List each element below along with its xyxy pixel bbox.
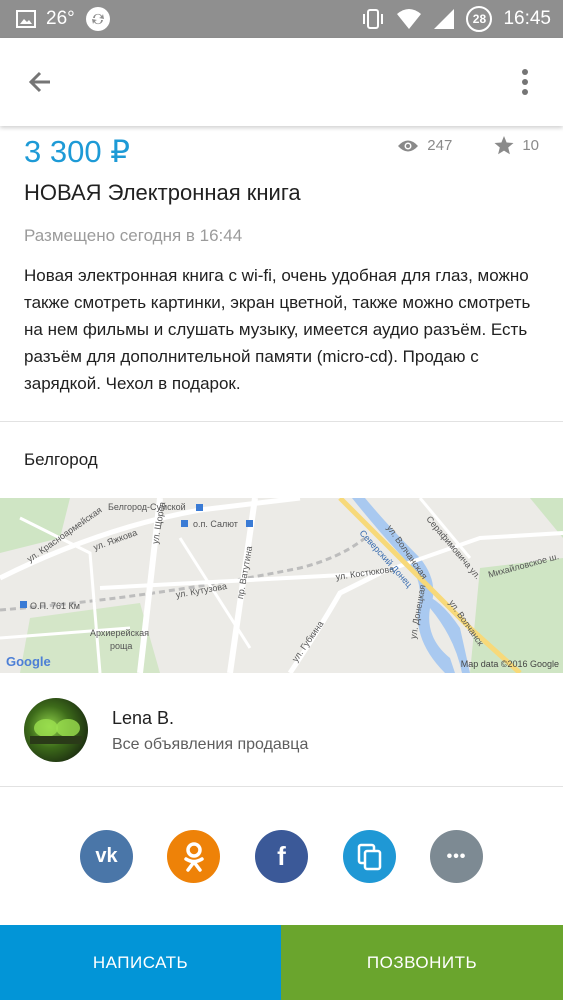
map-label: О.П. 761 Км	[30, 601, 80, 611]
divider	[0, 421, 563, 422]
map-attribution: Map data ©2016 Google	[460, 659, 559, 669]
signal-icon	[434, 9, 455, 29]
sync-icon	[85, 7, 110, 31]
app-bar	[0, 38, 563, 126]
seller-avatar	[24, 698, 88, 762]
facebook-share-button[interactable]: f	[255, 830, 308, 883]
bottom-action-bar: НАПИСАТЬ ПОЗВОНИТЬ	[0, 925, 563, 1000]
copy-icon	[357, 843, 381, 870]
notification-badge: 28	[466, 6, 493, 32]
eye-icon	[398, 140, 419, 151]
map-label: Архиерейская	[90, 628, 149, 638]
vk-share-button[interactable]: vk	[80, 830, 133, 883]
price: 3 300 ₽	[24, 134, 130, 169]
map-label: о.п. Салют	[193, 519, 238, 529]
copy-link-button[interactable]	[343, 830, 396, 883]
seller-all-listings-link[interactable]: Все объявления продавца	[112, 736, 308, 754]
seller-name: Lena B.	[112, 708, 175, 728]
location-map[interactable]: Белгород-Сумской о.п. Салют О.П. 761 Км …	[0, 498, 563, 673]
listing-stats: 247 10	[397, 136, 539, 155]
clock: 16:45	[503, 8, 551, 29]
map-label: роща	[110, 641, 133, 651]
more-horiz-icon: •••	[446, 847, 467, 865]
listing-description: Новая электронная книга с wi-fi, очень у…	[24, 266, 531, 393]
posted-time: Размещено сегодня в 16:44	[24, 226, 243, 245]
star-icon	[494, 136, 514, 155]
ok-share-button[interactable]	[167, 830, 220, 883]
more-vert-icon[interactable]	[509, 66, 541, 98]
more-share-button[interactable]: •••	[430, 830, 483, 883]
wifi-icon	[397, 9, 422, 29]
write-message-button[interactable]: НАПИСАТЬ	[0, 925, 281, 1000]
vibrate-icon	[363, 9, 384, 29]
share-row: vk f •••	[0, 830, 563, 884]
back-arrow-icon[interactable]	[24, 66, 56, 98]
ok-icon	[183, 841, 204, 872]
listing-city: Белгород	[24, 450, 98, 469]
views-count: 247	[427, 137, 453, 154]
listing-title: НОВАЯ Электронная книга	[24, 180, 301, 205]
google-logo: Google	[6, 654, 51, 669]
image-icon	[16, 10, 36, 28]
map-label: Белгород-Сумской	[108, 502, 186, 512]
call-button[interactable]: ПОЗВОНИТЬ	[281, 925, 563, 1000]
divider	[0, 786, 563, 787]
vk-icon: vk	[95, 845, 118, 867]
facebook-icon: f	[277, 841, 286, 871]
seller-card[interactable]: Lena B. Все объявления продавца	[0, 674, 563, 786]
favorites-count: 10	[522, 137, 539, 154]
temperature: 26°	[46, 8, 75, 29]
status-bar: 26° 28 16:45	[0, 0, 563, 38]
